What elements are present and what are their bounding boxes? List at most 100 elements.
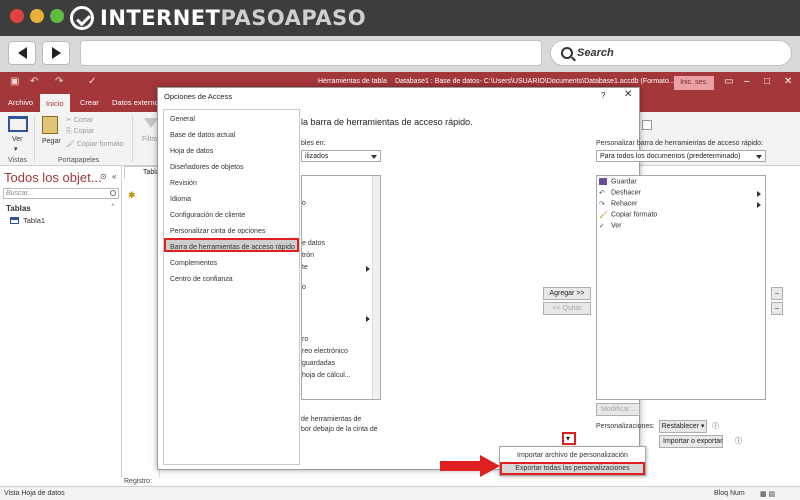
category-hoja-datos[interactable]: Hoja de datos (170, 148, 213, 155)
view-switch-icons[interactable]: ▦ ▤ (760, 490, 775, 498)
import-export-arrow-highlight[interactable]: ▾ (562, 432, 576, 445)
category-barra-acceso-rapido[interactable]: Barra de herramientas de acceso rápido (170, 244, 295, 251)
undo-icon[interactable]: ↶ (30, 76, 38, 87)
list-item[interactable]: te (302, 264, 308, 271)
chevron-up-icon[interactable]: ⌃ (110, 203, 116, 211)
format-dropdown[interactable] (642, 120, 652, 130)
qat-item-copiar-formato[interactable]: 🖌 Copiar formato (599, 211, 657, 219)
list-item[interactable]: guardadas (302, 360, 335, 367)
commands-scrollbar[interactable] (372, 176, 380, 399)
category-configuracion-cliente[interactable]: Configuración de cliente (170, 212, 245, 219)
undo-icon: ↶ (599, 190, 605, 197)
copiar-formato-button[interactable]: 🖌 Copiar formato (66, 140, 123, 148)
qat-item-ver[interactable]: ✓ Ver (599, 222, 622, 230)
move-up-button[interactable]: – (771, 287, 783, 300)
maximize-window-dot[interactable] (50, 9, 64, 23)
category-idioma[interactable]: Idioma (170, 196, 191, 203)
tab-crear[interactable]: Crear (80, 98, 99, 107)
submenu-arrow-icon (757, 202, 761, 208)
pegar-button[interactable]: Pegar (42, 138, 61, 145)
dialog-close-icon[interactable]: ✕ (624, 89, 632, 100)
close-window-dot[interactable] (10, 9, 24, 23)
category-general[interactable]: General (170, 116, 195, 123)
list-item[interactable]: hoja de cálcul... (302, 372, 351, 379)
view-icon: ✓ (599, 223, 605, 230)
move-down-button[interactable]: – (771, 302, 783, 315)
import-export-button[interactable]: Importar o exportar (659, 435, 723, 448)
qat-item-rehacer[interactable]: ↷ Rehacer (599, 200, 637, 208)
list-item[interactable]: trón (302, 252, 314, 259)
filter-icon[interactable] (144, 118, 158, 128)
copiar-button[interactable]: ⎘ Copiar (66, 128, 94, 136)
help-icon[interactable]: ? (601, 91, 605, 100)
list-item[interactable]: ro (302, 336, 308, 343)
browser-search-box[interactable]: Search (550, 40, 792, 66)
tab-archivo[interactable]: Archivo (8, 98, 33, 107)
list-item[interactable]: o (302, 284, 306, 291)
save-icon (599, 178, 607, 185)
available-commands-list[interactable]: o e datos trón te o ro reo electrónico g… (301, 175, 381, 400)
nav-options-icon[interactable]: ⊙ (100, 172, 107, 181)
tab-inicio[interactable]: Inicio (40, 94, 70, 112)
list-item[interactable]: reo electrónico (302, 348, 348, 355)
window-title: Database1 : Base de datos- C:\Users\USUA… (395, 78, 675, 85)
panel-heading: la barra de herramientas de acceso rápid… (301, 117, 473, 127)
list-item[interactable]: e datos (302, 240, 325, 247)
category-disenadores[interactable]: Diseñadores de objetos (170, 164, 244, 171)
forward-arrow-icon (51, 47, 61, 59)
browser-title-bar: INTERNETPASOAPASO (0, 0, 800, 36)
submenu-arrow-icon (757, 191, 761, 197)
group-portapapeles: Portapapeles (58, 157, 100, 164)
forward-button[interactable] (42, 41, 70, 65)
modify-button[interactable]: Modificar... (596, 403, 640, 416)
nav-search-icon (110, 190, 116, 196)
view-icon[interactable]: ✓ (88, 76, 96, 87)
filtro-button[interactable]: Filtro (142, 136, 158, 143)
ver-dropdown-icon[interactable]: ▾ (14, 145, 18, 153)
maximize-icon[interactable]: □ (764, 76, 770, 87)
save-icon[interactable]: ▣ (10, 76, 19, 87)
add-button[interactable]: Agregar >> (543, 287, 591, 300)
nav-item-tabla1[interactable]: Tabla1 (10, 216, 45, 225)
new-record-icon: ✱ (128, 190, 136, 200)
commands-from-dropdown[interactable]: ilizados (301, 150, 381, 162)
category-base-datos-actual[interactable]: Base de datos actual (170, 132, 235, 139)
minimize-window-dot[interactable] (30, 9, 44, 23)
browser-toolbar: Search (0, 36, 800, 72)
nav-collapse-icon[interactable]: « (112, 172, 116, 181)
ribbon-options-icon[interactable]: ▭ (724, 76, 733, 87)
close-icon[interactable]: ✕ (784, 76, 792, 87)
logo-check-icon (70, 6, 94, 30)
signin-button[interactable]: Inic. ses. (674, 76, 714, 90)
category-revision[interactable]: Revisión (170, 180, 197, 187)
cortar-button[interactable]: ✂ Cortar (66, 116, 93, 124)
paste-icon[interactable] (42, 116, 58, 134)
nav-pane-title[interactable]: Todos los objet... (4, 170, 102, 185)
category-centro-confianza[interactable]: Centro de confianza (170, 276, 233, 283)
category-personalizar-cinta[interactable]: Personalizar cinta de opciones (170, 228, 265, 235)
reset-dropdown-button[interactable]: Restablecer ▾ (659, 420, 707, 433)
nav-search-input[interactable]: Buscar... (3, 188, 119, 199)
qat-settings-panel: la barra de herramientas de acceso rápid… (301, 109, 783, 465)
ribbon-separator (34, 116, 35, 162)
qat-item-guardar[interactable]: Guardar (599, 178, 637, 185)
access-options-dialog: Opciones de Access ? ✕ General Base de d… (157, 87, 783, 470)
tab-datos-externos[interactable]: Datos externos (112, 98, 162, 107)
redo-icon[interactable]: ↷ (55, 76, 63, 87)
customize-for-dropdown[interactable]: Para todos los documentos (predeterminad… (596, 150, 766, 162)
url-bar[interactable] (80, 40, 542, 66)
format-painter-icon: 🖌 (599, 212, 608, 219)
view-large-icon[interactable] (8, 116, 28, 132)
list-item[interactable]: o (302, 200, 306, 207)
qat-item-deshacer[interactable]: ↶ Deshacer (599, 189, 641, 197)
nav-group-tablas[interactable]: Tablas (6, 204, 31, 213)
menu-export-all[interactable]: Exportar todas las personalizaciones (500, 462, 645, 475)
ver-button[interactable]: Ver (12, 136, 23, 143)
remove-button[interactable]: << Quitar (543, 302, 591, 315)
minimize-icon[interactable]: – (744, 76, 750, 87)
show-qat-below-label-2: bor debajo de la cinta de (301, 426, 378, 433)
category-complementos[interactable]: Complementos (170, 260, 217, 267)
menu-import-file[interactable]: Importar archivo de personalización (500, 449, 645, 462)
qat-commands-list[interactable]: Guardar ↶ Deshacer ↷ Rehacer 🖌 Copiar forma… (596, 175, 766, 400)
back-button[interactable] (8, 41, 36, 65)
